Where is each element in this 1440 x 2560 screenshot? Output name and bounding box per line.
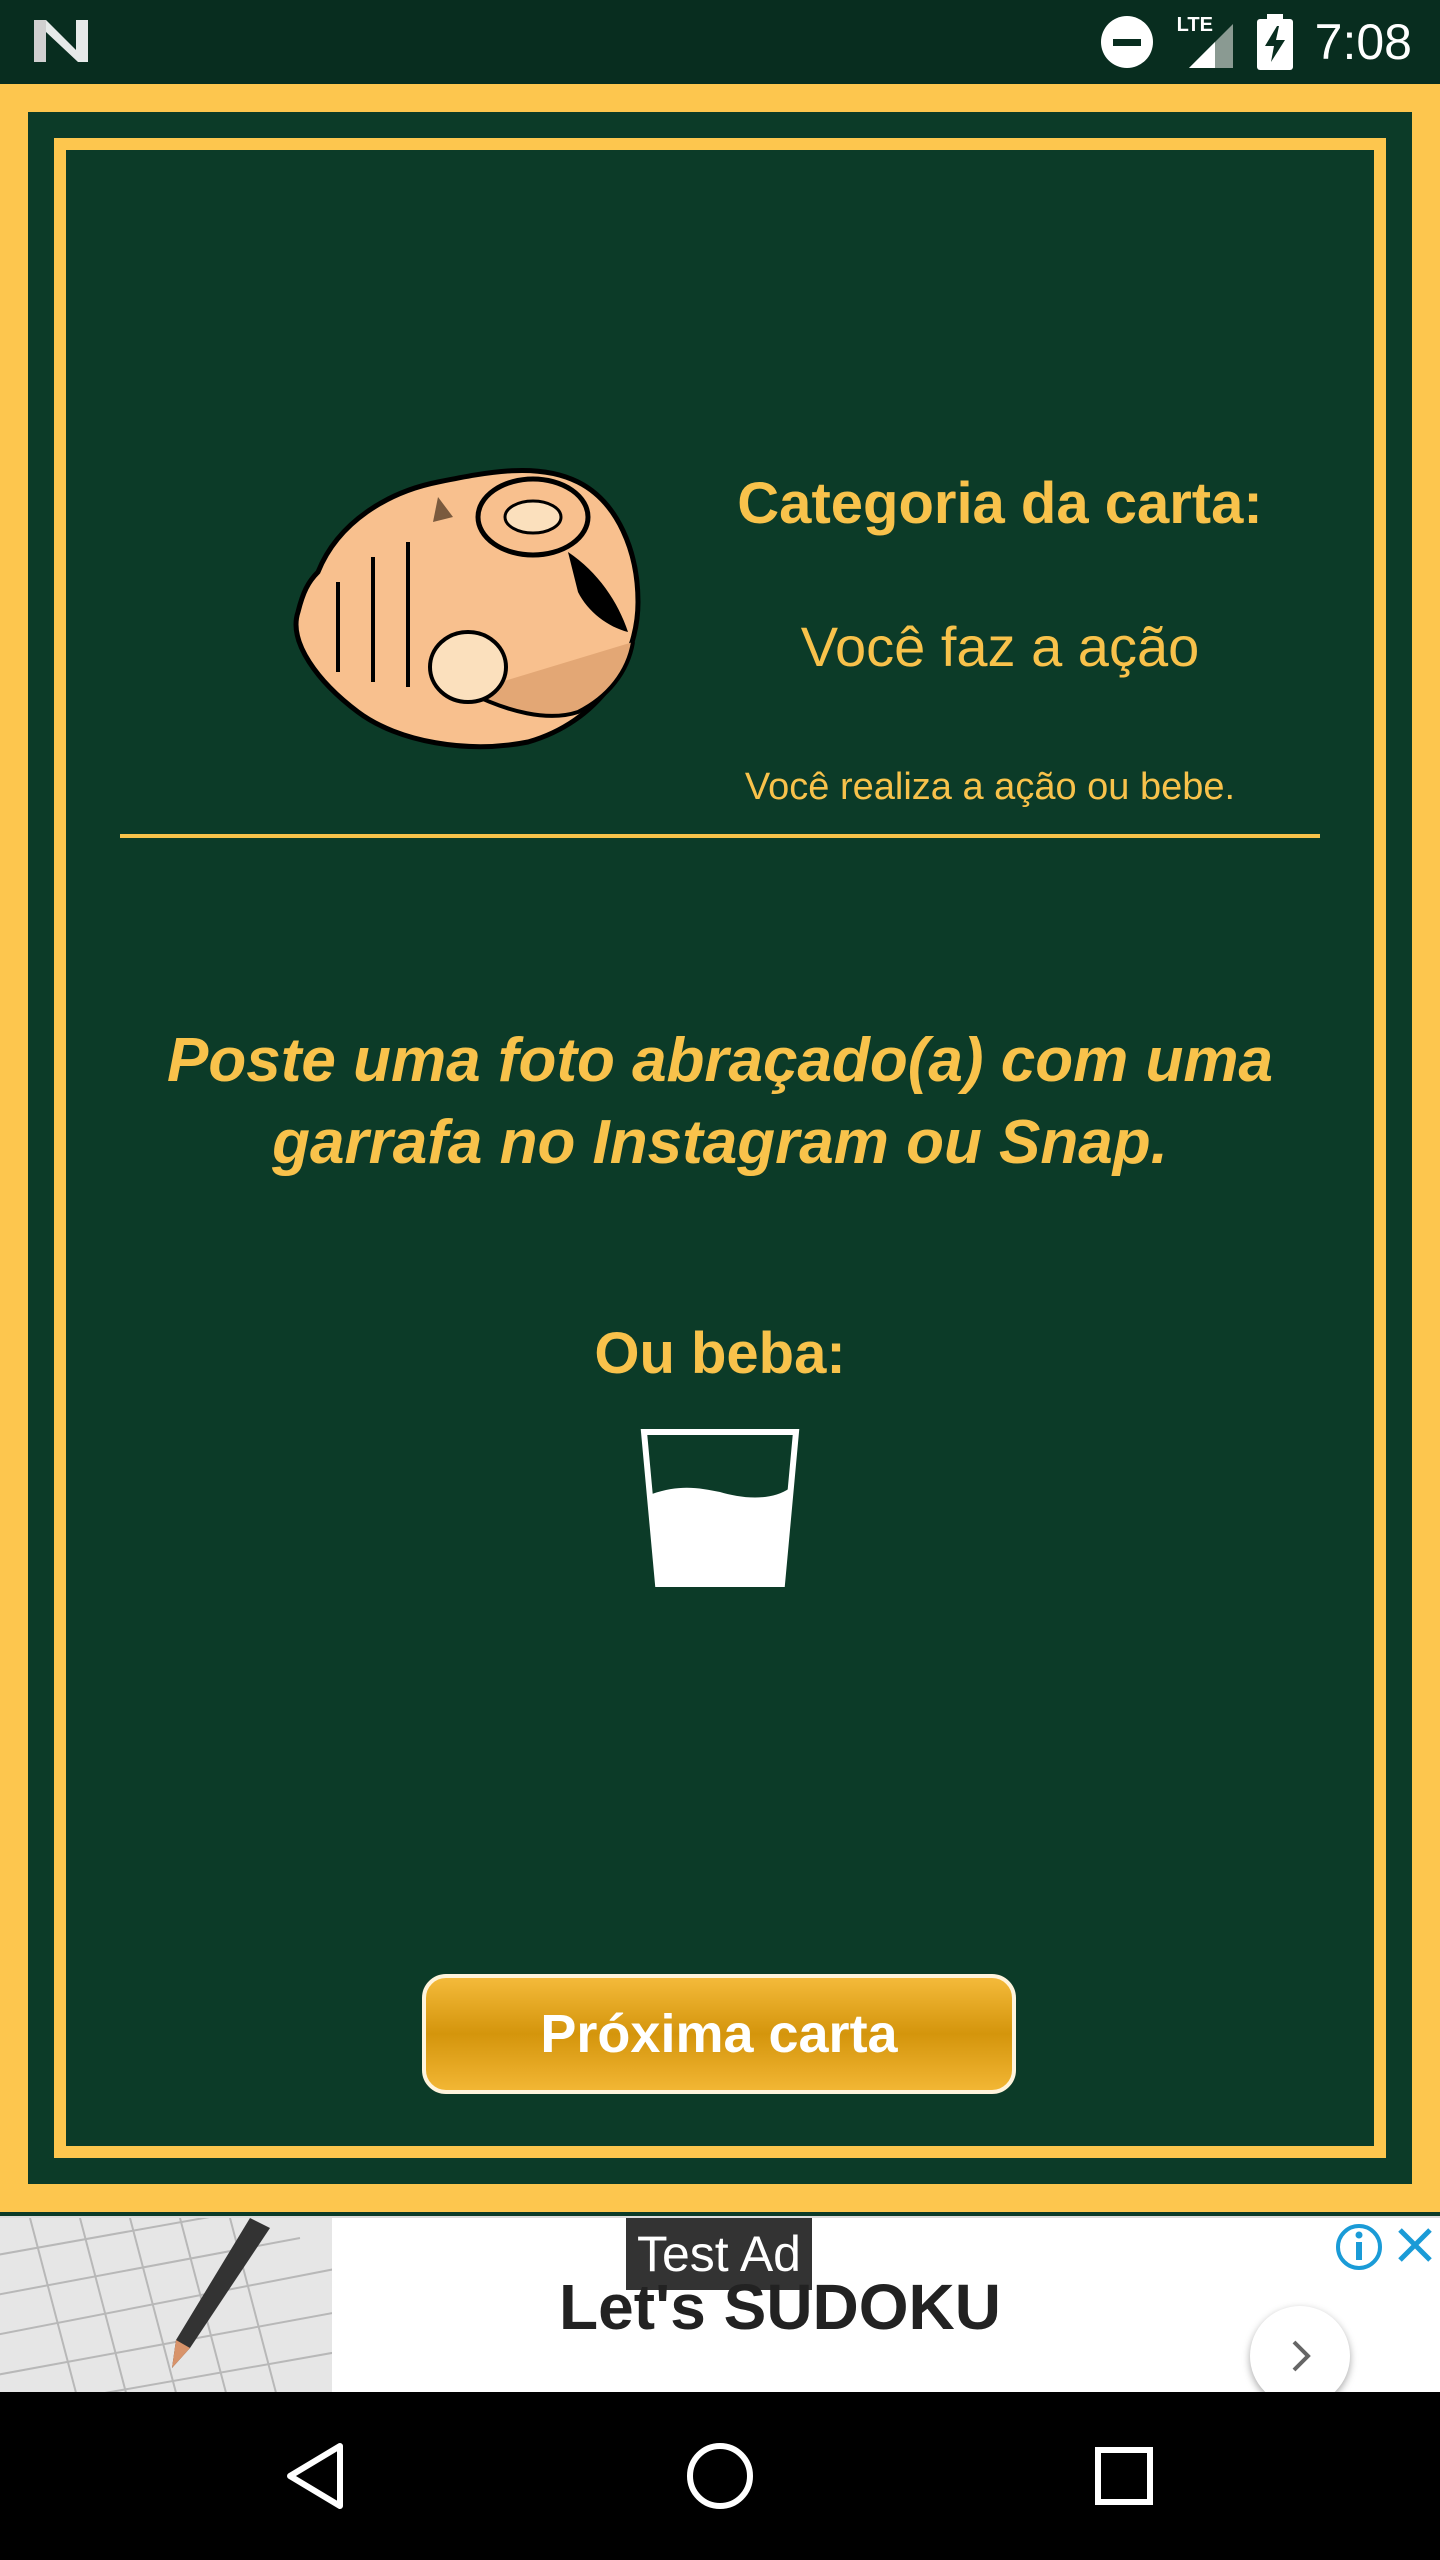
- glass-icon: [640, 1429, 800, 1587]
- or-drink-label: Ou beba:: [594, 1321, 846, 1386]
- home-icon[interactable]: [680, 2436, 760, 2516]
- battery-charging-icon: [1256, 14, 1293, 70]
- ad-open-button[interactable]: [1250, 2306, 1350, 2406]
- signal-icon: LTE: [1175, 14, 1235, 70]
- notification-n-icon: [34, 20, 88, 62]
- navigation-bar: [0, 2392, 1440, 2560]
- pointing-hand-icon: [293, 468, 641, 750]
- recents-icon[interactable]: [1084, 2436, 1164, 2516]
- next-card-button[interactable]: Próxima carta: [422, 1974, 1016, 2094]
- category-description: Você realiza a ação ou bebe.: [744, 766, 1236, 808]
- status-bar: LTE 7:08: [0, 0, 1440, 84]
- challenge-text: Poste uma foto abraçado(a) com uma garra…: [167, 1026, 1273, 1177]
- chevron-right-icon: [1292, 2340, 1311, 2372]
- do-not-disturb-icon: [1100, 16, 1153, 68]
- back-icon[interactable]: [278, 2436, 358, 2516]
- category-name: Você faz a ação: [800, 615, 1200, 678]
- sudoku-pencil-image: [0, 2218, 332, 2394]
- ad-title[interactable]: Let's SUDOKU: [420, 2270, 1140, 2344]
- divider: [120, 834, 1320, 838]
- clock: 7:08: [1314, 14, 1412, 70]
- close-icon[interactable]: [1392, 2222, 1438, 2268]
- category-title: Categoria da carta:: [737, 471, 1263, 536]
- ad-banner[interactable]: Test Ad Let's SUDOKU: [0, 2216, 1440, 2406]
- info-icon[interactable]: [1334, 2222, 1384, 2272]
